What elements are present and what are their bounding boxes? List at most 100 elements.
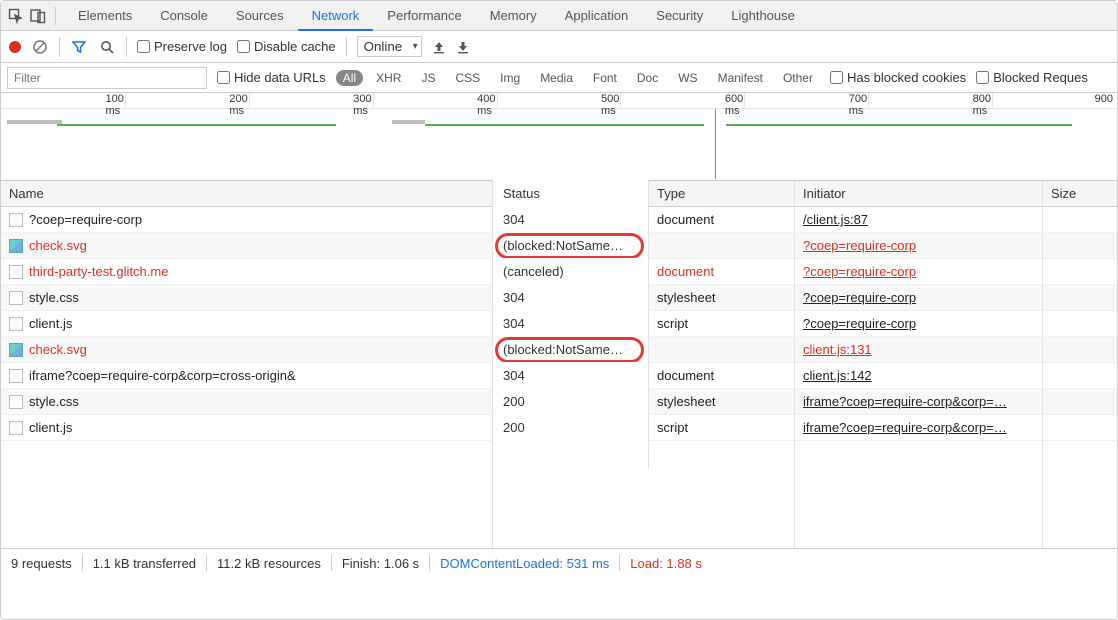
overview-cursor-line xyxy=(715,109,716,179)
hide-data-urls-checkbox[interactable]: Hide data URLs xyxy=(217,70,326,85)
request-status: 200 xyxy=(503,420,525,435)
table-row[interactable]: third-party-test.glitch.me(canceled)docu… xyxy=(1,259,1117,285)
tab-memory[interactable]: Memory xyxy=(476,1,551,31)
document-file-icon xyxy=(9,395,23,409)
divider xyxy=(55,7,56,25)
type-filter-chips: All XHR JS CSS Img Media Font Doc WS Manifest Othe… xyxy=(336,70,820,86)
download-har-icon[interactable] xyxy=(456,40,470,54)
chip-js[interactable]: JS xyxy=(414,70,442,86)
document-file-icon xyxy=(9,369,23,383)
table-row[interactable]: client.js304script?coep=require-corp xyxy=(1,311,1117,337)
table-row[interactable]: check.svg (blocked:NotSame… ?coep=require-… xyxy=(1,233,1117,259)
request-size xyxy=(1043,363,1117,388)
col-type[interactable]: Type xyxy=(649,181,795,206)
tab-elements[interactable]: Elements xyxy=(64,1,146,31)
chip-media[interactable]: Media xyxy=(533,70,580,86)
request-initiator-link[interactable]: client.js:142 xyxy=(803,368,872,383)
request-type: stylesheet xyxy=(657,394,716,409)
table-row[interactable]: ?coep=require-corp 304 document/client.js:… xyxy=(1,207,1117,233)
request-initiator-link[interactable]: ?coep=require-corp xyxy=(803,290,916,305)
col-name[interactable]: Name xyxy=(1,181,493,206)
divider xyxy=(206,555,207,571)
ruler-tick: 800 ms xyxy=(992,93,995,108)
upload-har-icon[interactable] xyxy=(432,40,446,54)
request-initiator-link[interactable]: ?coep=require-corp xyxy=(803,238,916,253)
request-size xyxy=(1043,233,1117,258)
overview-timeline[interactable]: 100 ms200 ms300 ms400 ms500 ms600 ms700 … xyxy=(1,93,1117,181)
request-name: ?coep=require-corp xyxy=(29,212,142,227)
table-header[interactable]: Name Status Type Initiator Size xyxy=(1,181,1117,207)
ruler-tick: 200 ms xyxy=(249,93,252,108)
request-name: check.svg xyxy=(29,238,87,253)
tab-performance[interactable]: Performance xyxy=(373,1,475,31)
request-initiator-link[interactable]: /client.js:87 xyxy=(803,212,868,227)
col-size[interactable]: Size xyxy=(1043,181,1117,206)
chip-all[interactable]: All xyxy=(336,70,363,86)
chip-font[interactable]: Font xyxy=(586,70,624,86)
tab-lighthouse[interactable]: Lighthouse xyxy=(717,1,809,31)
ruler-tick: 300 ms xyxy=(373,93,376,108)
col-initiator[interactable]: Initiator xyxy=(795,181,1043,206)
divider xyxy=(59,37,60,57)
table-row[interactable]: client.js200scriptiframe?coep=require-co… xyxy=(1,415,1117,441)
search-icon[interactable] xyxy=(98,38,116,56)
request-initiator-link[interactable]: ?coep=require-corp xyxy=(803,264,916,279)
document-file-icon xyxy=(9,421,23,435)
divider xyxy=(331,555,332,571)
col-status[interactable]: Status xyxy=(493,180,649,208)
blocked-requests-label: Blocked Reques xyxy=(993,70,1088,85)
blocked-requests-checkbox[interactable]: Blocked Reques xyxy=(976,70,1088,85)
request-status: 304 xyxy=(503,316,525,331)
request-size xyxy=(1043,259,1117,284)
table-row[interactable]: style.css200stylesheetiframe?coep=requir… xyxy=(1,389,1117,415)
device-toggle-icon[interactable] xyxy=(29,7,47,25)
request-initiator-link[interactable]: client.js:131 xyxy=(803,342,872,357)
filter-toggle-icon[interactable] xyxy=(70,38,88,56)
ruler-tick: 700 ms xyxy=(868,93,871,108)
request-initiator-link[interactable]: ?coep=require-corp xyxy=(803,316,916,331)
tab-security[interactable]: Security xyxy=(642,1,717,31)
tab-console[interactable]: Console xyxy=(146,1,222,31)
request-size xyxy=(1043,285,1117,310)
table-body: ?coep=require-corp 304 document/client.js:… xyxy=(1,207,1117,441)
table-spacer xyxy=(1,441,1117,548)
chip-ws[interactable]: WS xyxy=(671,70,704,86)
chip-css[interactable]: CSS xyxy=(448,70,487,86)
ruler-tick: 100 ms xyxy=(125,93,128,108)
document-file-icon xyxy=(9,265,23,279)
ruler-tick: 400 ms xyxy=(497,93,500,108)
request-size xyxy=(1043,389,1117,414)
request-status: (blocked:NotSame… xyxy=(503,238,623,253)
record-button[interactable] xyxy=(9,41,21,53)
request-status: 200 xyxy=(503,394,525,409)
table-row[interactable]: check.svg(blocked:NotSame…client.js:131 xyxy=(1,337,1117,363)
request-initiator-link[interactable]: iframe?coep=require-corp&corp=… xyxy=(803,420,1007,435)
tab-application[interactable]: Application xyxy=(551,1,643,31)
chip-other[interactable]: Other xyxy=(776,70,820,86)
disable-cache-checkbox[interactable]: Disable cache xyxy=(237,39,336,54)
table-row[interactable]: style.css304stylesheet?coep=require-corp xyxy=(1,285,1117,311)
tab-network[interactable]: Network xyxy=(298,1,374,31)
table-row[interactable]: iframe?coep=require-corp&corp=cross-orig… xyxy=(1,363,1117,389)
chip-xhr[interactable]: XHR xyxy=(369,70,408,86)
status-resources: 11.2 kB resources xyxy=(217,556,321,571)
inspect-icon[interactable] xyxy=(7,7,25,25)
filter-input[interactable] xyxy=(7,67,207,89)
ruler: 100 ms200 ms300 ms400 ms500 ms600 ms700 … xyxy=(1,93,1117,109)
chip-manifest[interactable]: Manifest xyxy=(711,70,770,86)
chip-img[interactable]: Img xyxy=(493,70,527,86)
request-status: 304 xyxy=(503,290,525,305)
tab-sources[interactable]: Sources xyxy=(222,1,298,31)
throttling-select[interactable]: Online xyxy=(357,36,422,57)
status-requests: 9 requests xyxy=(11,556,72,571)
chip-doc[interactable]: Doc xyxy=(630,70,665,86)
request-type: document xyxy=(657,212,714,227)
status-domcontentloaded: DOMContentLoaded: 531 ms xyxy=(440,556,609,571)
request-initiator-link[interactable]: iframe?coep=require-corp&corp=… xyxy=(803,394,1007,409)
clear-icon[interactable] xyxy=(31,38,49,56)
has-blocked-cookies-checkbox[interactable]: Has blocked cookies xyxy=(830,70,966,85)
preserve-log-checkbox[interactable]: Preserve log xyxy=(137,39,227,54)
request-name: client.js xyxy=(29,420,72,435)
request-status: 304 xyxy=(503,212,525,227)
request-type: document xyxy=(657,368,714,383)
